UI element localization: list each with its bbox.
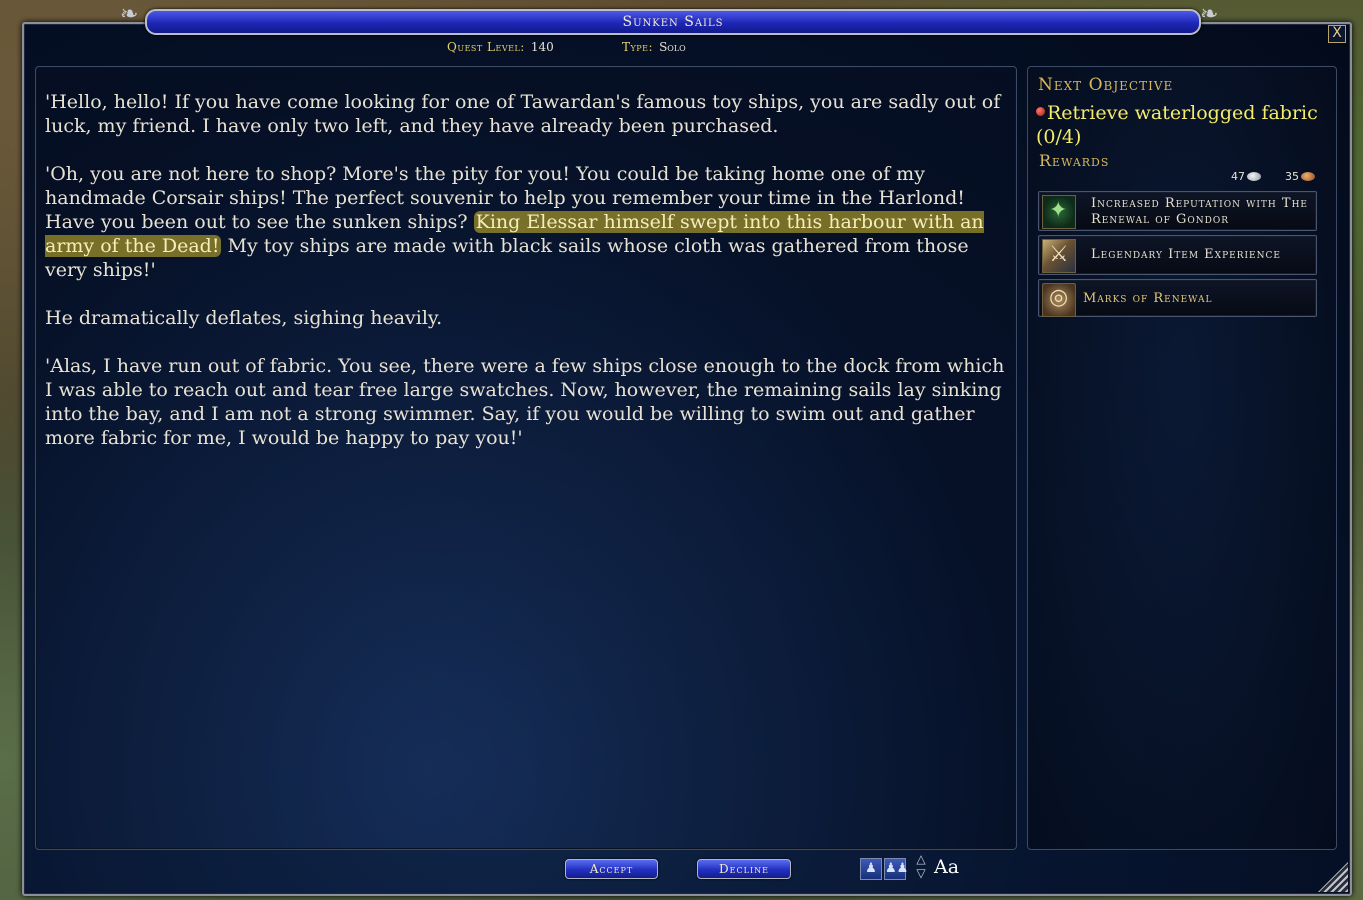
reward-label: Marks of Renewal — [1083, 291, 1213, 306]
next-objective-heading: Next Objective — [1038, 75, 1174, 95]
dialog-paragraph-2: 'Oh, you are not here to shop? More's th… — [45, 162, 1010, 282]
quest-type: Type: Solo — [622, 40, 686, 54]
font-size-up-icon[interactable]: △ — [913, 852, 929, 866]
reward-reputation[interactable]: Increased Reputation with The Renewal of… — [1038, 191, 1317, 231]
reward-legendary-item-experience[interactable]: Legendary Item Experience — [1038, 235, 1317, 275]
dialog-paragraph-4: 'Alas, I have run out of fabric. You see… — [45, 355, 1005, 449]
copper-amount: 35 — [1285, 170, 1299, 183]
silver-amount: 47 — [1231, 170, 1245, 183]
objective-bullet-icon — [1036, 107, 1045, 116]
silver-reward: 47 — [1231, 170, 1261, 183]
quest-type-value: Solo — [659, 40, 686, 54]
reward-label: Legendary Item Experience — [1091, 247, 1281, 262]
copper-reward: 35 — [1285, 170, 1315, 183]
title-wing-right-ornament: ❧ — [1200, 2, 1219, 27]
objective-rewards-panel: Next Objective Retrieve waterlogged fabr… — [1027, 66, 1337, 850]
dialog-paragraph-1: 'Hello, hello! If you have come looking … — [45, 91, 1001, 137]
quest-level-label: Quest Level: — [447, 40, 525, 54]
quest-type-label: Type: — [622, 40, 654, 54]
font-size-down-icon[interactable]: ▽ — [913, 866, 929, 880]
legendary-item-icon — [1042, 239, 1076, 273]
fellowship-icon[interactable]: ♟♟ — [884, 858, 908, 880]
reward-label: Increased Reputation with The Renewal of… — [1091, 196, 1309, 227]
share-quest-icon[interactable]: ♟ — [860, 858, 882, 880]
font-size-stepper[interactable]: △ ▽ — [913, 852, 929, 884]
marks-of-renewal-icon — [1042, 283, 1076, 317]
decline-button[interactable]: Decline — [697, 859, 791, 879]
quest-level-value: 140 — [530, 40, 554, 54]
quest-level: Quest Level: 140 — [447, 40, 554, 54]
dialog-paragraph-3: He dramatically deflates, sighing heavil… — [45, 307, 443, 329]
accept-button[interactable]: Accept — [565, 859, 658, 879]
window-title[interactable]: Sunken Sails — [145, 9, 1201, 35]
font-size-label: Aa — [934, 856, 960, 878]
objective-text: Retrieve waterlogged fabric (0/4) — [1036, 102, 1318, 148]
copper-coin-icon — [1301, 172, 1315, 181]
silver-coin-icon — [1247, 172, 1261, 181]
rewards-heading: Rewards — [1039, 151, 1110, 170]
quest-text-panel[interactable]: 'Hello, hello! If you have come looking … — [35, 66, 1017, 850]
quest-dialog-text: 'Hello, hello! If you have come looking … — [45, 90, 1010, 474]
objective-item: Retrieve waterlogged fabric (0/4) — [1036, 101, 1331, 149]
quest-meta-bar: Quest Level: 140 Type: Solo — [0, 40, 1363, 56]
reward-marks-of-renewal[interactable]: Marks of Renewal — [1038, 279, 1317, 317]
reputation-icon — [1042, 195, 1076, 229]
title-wing-left-ornament: ❧ — [120, 2, 139, 27]
